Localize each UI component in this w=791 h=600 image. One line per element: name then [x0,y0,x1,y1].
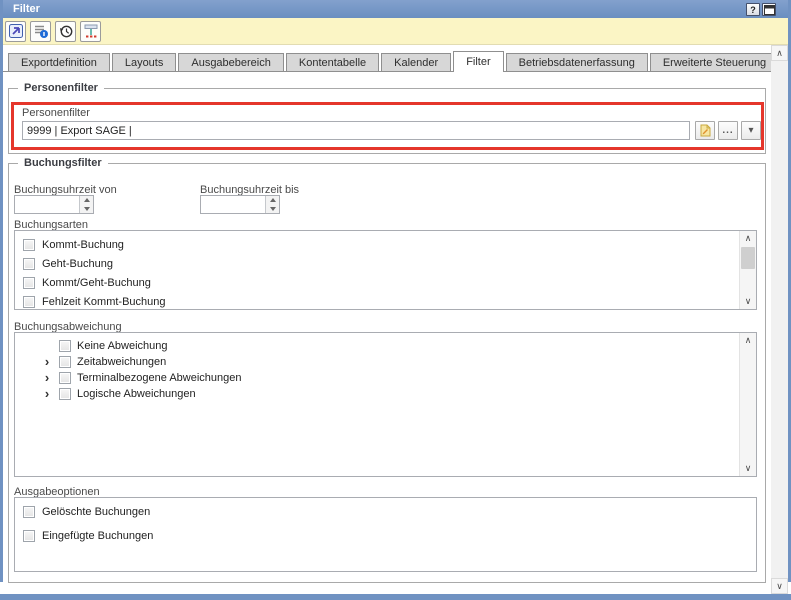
tree-item-keine-abweichung[interactable]: › Keine Abweichung [15,338,756,354]
tab-kontentabelle[interactable]: Kontentabelle [286,53,379,72]
personenfilter-input[interactable] [22,121,690,140]
list-item-label: Fehlzeit Kommt-Buchung [42,296,166,308]
checkbox-kommt-geht-buchung[interactable] [23,277,35,289]
list-item-geht-buchung[interactable]: Geht-Buchung [15,254,756,273]
list-item-eingefuegte-buchungen[interactable]: Eingefügte Buchungen [15,526,756,545]
tab-kalender[interactable]: Kalender [381,53,451,72]
list-item-label: Eingefügte Buchungen [42,530,153,542]
checkbox-eingefuegte-buchungen[interactable] [23,530,35,542]
buchungsabweichung-scrollbar[interactable]: ∧ ∨ [739,333,756,476]
checkbox-zeitabweichungen[interactable] [59,356,71,368]
buchungsuhrzeit-bis-input[interactable] [201,196,265,213]
scrollbar-thumb[interactable] [741,247,755,269]
time-from-up-button[interactable] [80,196,93,205]
checkbox-geloeschte-buchungen[interactable] [23,506,35,518]
scroll-up-icon[interactable]: ∧ [740,231,756,246]
columns-marker-icon [83,23,99,39]
tree-item-label: Keine Abweichung [77,340,168,352]
expand-chevron-icon[interactable]: › [41,356,53,368]
tree-item-zeitabweichungen[interactable]: › Zeitabweichungen [15,354,756,370]
history-icon [58,23,74,39]
scroll-down-icon[interactable]: ∨ [771,578,788,594]
tab-baseline [3,71,771,72]
tree-item-label: Logische Abweichungen [77,388,196,400]
buchungsuhrzeit-von-field [14,195,94,214]
window-title: Filter [13,3,40,15]
checkbox-geht-buchung[interactable] [23,258,35,270]
tab-betriebsdatenerfassung[interactable]: Betriebsdatenerfassung [506,53,648,72]
scroll-up-icon[interactable]: ∧ [740,333,756,348]
checkbox-logische-abweichungen[interactable] [59,388,71,400]
window-border-left [0,0,3,582]
expand-chevron-icon[interactable]: › [41,388,53,400]
personenfilter-browse-button[interactable]: ... [718,121,738,140]
filter-window: Filter ? [0,0,791,600]
scroll-down-icon[interactable]: ∨ [740,461,756,476]
personenfilter-label: Personenfilter [22,107,90,119]
tree-item-logische-abweichungen[interactable]: › Logische Abweichungen [15,386,756,402]
tree-item-label: Zeitabweichungen [77,356,166,368]
spinner-up-icon [270,198,276,202]
tab-strip: Exportdefinition Layouts Ausgabebereich … [8,51,781,72]
checkbox-keine-abweichung[interactable] [59,340,71,352]
checkbox-kommt-buchung[interactable] [23,239,35,251]
run-export-icon [8,23,24,39]
run-export-button[interactable] [5,21,26,42]
help-button[interactable]: ? [746,3,760,16]
time-to-up-button[interactable] [266,196,279,205]
list-item-kommt-geht-buchung[interactable]: Kommt/Geht-Buchung [15,273,756,292]
list-item-label: Gelöschte Buchungen [42,506,150,518]
list-info-icon [33,23,49,39]
list-item-label: Kommt-Buchung [42,239,124,251]
spinner-up-icon [84,198,90,202]
checkbox-fehlzeit-kommt-buchung[interactable] [23,296,35,308]
titlebar: Filter ? [0,0,791,18]
expand-chevron-icon[interactable]: › [41,372,53,384]
scroll-down-icon[interactable]: ∨ [740,294,756,309]
buchungsabweichung-tree: › Keine Abweichung › Zeitabweichungen › … [14,332,757,477]
personenfilter-dropdown-button[interactable]: ▾ [741,121,761,140]
history-button[interactable] [55,21,76,42]
buchungsuhrzeit-von-input[interactable] [15,196,79,213]
list-item-geloeschte-buchungen[interactable]: Gelöschte Buchungen [15,502,756,521]
tab-exportdefinition[interactable]: Exportdefinition [8,53,110,72]
window-button[interactable] [762,3,776,16]
spinner-down-icon [84,207,90,211]
tab-filter[interactable]: Filter [453,51,503,72]
time-from-down-button[interactable] [80,205,93,214]
window-border-bottom [0,594,791,600]
buchungsarten-listbox: Kommt-Buchung Geht-Buchung Kommt/Geht-Bu… [14,230,757,310]
personenfilter-legend: Personenfilter [18,82,104,94]
buchungsuhrzeit-bis-field [200,195,280,214]
window-icon [764,5,775,15]
columns-marker-button[interactable] [80,21,101,42]
list-item-label: Kommt/Geht-Buchung [42,277,151,289]
main-scrollbar[interactable]: ∧ ∨ [771,45,788,594]
personenfilter-edit-button[interactable] [695,121,715,140]
buchungsfilter-legend: Buchungsfilter [18,157,108,169]
scroll-up-icon[interactable]: ∧ [771,45,788,61]
list-info-button[interactable] [30,21,51,42]
list-item-kommt-buchung[interactable]: Kommt-Buchung [15,235,756,254]
tree-item-label: Terminalbezogene Abweichungen [77,372,242,384]
checkbox-terminalbezogene-abweichungen[interactable] [59,372,71,384]
time-to-down-button[interactable] [266,205,279,214]
buchungsarten-scrollbar[interactable]: ∧ ∨ [739,231,756,309]
tab-layouts[interactable]: Layouts [112,53,177,72]
edit-document-icon [699,124,712,137]
spinner-down-icon [270,207,276,211]
ausgabeoptionen-listbox: Gelöschte Buchungen Eingefügte Buchungen [14,497,757,572]
tab-erweiterte-steuerung[interactable]: Erweiterte Steuerung [650,53,779,72]
list-item-fehlzeit-kommt-buchung[interactable]: Fehlzeit Kommt-Buchung [15,292,756,310]
toolbar [0,18,791,45]
tree-item-terminalbezogene-abweichungen[interactable]: › Terminalbezogene Abweichungen [15,370,756,386]
tab-ausgabebereich[interactable]: Ausgabebereich [178,53,284,72]
list-item-label: Geht-Buchung [42,258,113,270]
